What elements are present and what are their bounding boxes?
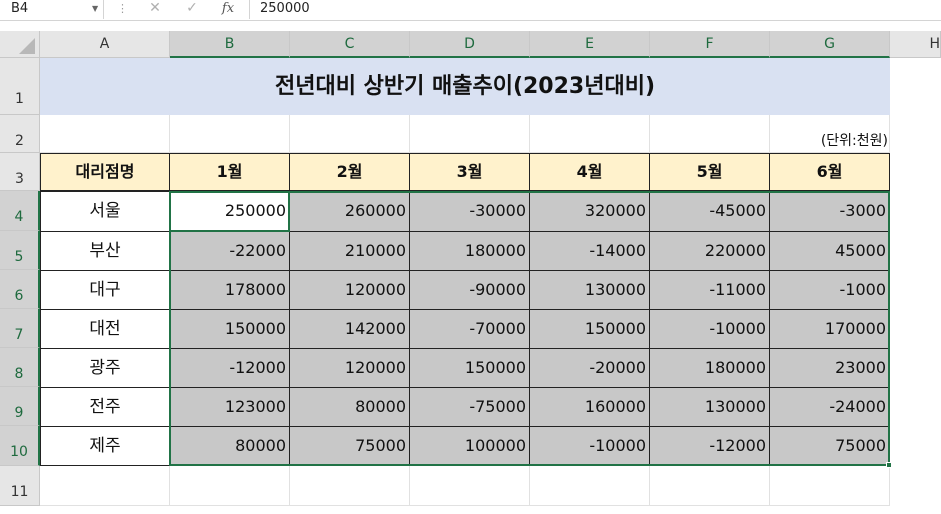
unit-note: (단위:천원) bbox=[820, 133, 888, 149]
cell-a2[interactable] bbox=[40, 115, 170, 153]
branch-name-cell[interactable]: 서울 bbox=[40, 191, 170, 232]
row-header-5[interactable]: 5 bbox=[0, 231, 40, 270]
branch-name-cell[interactable]: 전주 bbox=[40, 387, 170, 427]
cell-c2[interactable] bbox=[290, 115, 410, 153]
row-header-2[interactable]: 2 bbox=[0, 115, 40, 153]
sheet-title[interactable]: 전년대비 상반기 매출추이(2023년대비) bbox=[40, 58, 890, 115]
more-options-icon: ⋮ bbox=[117, 2, 128, 15]
cell-a11[interactable] bbox=[40, 466, 170, 506]
cell-d11[interactable] bbox=[410, 466, 530, 506]
column-header-b[interactable]: B bbox=[170, 31, 290, 58]
branch-name-cell[interactable]: 대구 bbox=[40, 270, 170, 310]
table-header-month-1[interactable]: 1월 bbox=[169, 153, 290, 191]
selection-range-border bbox=[169, 191, 890, 466]
column-header-c[interactable]: C bbox=[290, 31, 410, 58]
cell-f2[interactable] bbox=[650, 115, 770, 153]
name-box-dropdown-icon[interactable]: ▼ bbox=[92, 0, 104, 19]
column-header-e[interactable]: E bbox=[530, 31, 650, 58]
row-header-4[interactable]: 4 bbox=[0, 191, 40, 231]
table-header-month-3[interactable]: 3월 bbox=[409, 153, 530, 191]
select-all-icon bbox=[19, 38, 35, 54]
column-header-g[interactable]: G bbox=[770, 31, 890, 58]
table-header-month-6[interactable]: 6월 bbox=[769, 153, 890, 191]
active-cell-border bbox=[169, 191, 290, 232]
row-header-11[interactable]: 11 bbox=[0, 466, 40, 506]
branch-name-cell[interactable]: 제주 bbox=[40, 426, 170, 466]
cell-b11[interactable] bbox=[170, 466, 290, 506]
column-header-f[interactable]: F bbox=[650, 31, 770, 58]
branch-name-cell[interactable]: 광주 bbox=[40, 348, 170, 388]
table-header-month-4[interactable]: 4월 bbox=[529, 153, 650, 191]
formula-bar-divider bbox=[249, 0, 250, 19]
enter-icon[interactable]: ✓ bbox=[182, 0, 202, 19]
table-header-month-2[interactable]: 2월 bbox=[289, 153, 410, 191]
formula-input[interactable]: 250000 bbox=[260, 0, 310, 19]
cell-e2[interactable] bbox=[530, 115, 650, 153]
cell-b2[interactable] bbox=[170, 115, 290, 153]
table-header-month-5[interactable]: 5월 bbox=[649, 153, 770, 191]
formula-bar bbox=[0, 0, 941, 21]
cell-d2[interactable] bbox=[410, 115, 530, 153]
cell-f11[interactable] bbox=[650, 466, 770, 506]
row-header-3[interactable]: 3 bbox=[0, 153, 40, 191]
column-header-h[interactable]: H bbox=[890, 31, 941, 58]
row-header-7[interactable]: 7 bbox=[0, 309, 40, 348]
row-header-8[interactable]: 8 bbox=[0, 348, 40, 387]
cell-c11[interactable] bbox=[290, 466, 410, 506]
row-header-9[interactable]: 9 bbox=[0, 387, 40, 426]
table-header-branch[interactable]: 대리점명 bbox=[40, 153, 170, 191]
row-header-10[interactable]: 10 bbox=[0, 426, 40, 466]
column-header-d[interactable]: D bbox=[410, 31, 530, 58]
cell-e11[interactable] bbox=[530, 466, 650, 506]
branch-name-cell[interactable]: 대전 bbox=[40, 309, 170, 349]
column-header-a[interactable]: A bbox=[40, 31, 170, 58]
insert-function-icon[interactable]: fx bbox=[218, 0, 238, 19]
fill-handle[interactable] bbox=[886, 462, 892, 468]
cell-g11[interactable] bbox=[770, 466, 890, 506]
row-header-6[interactable]: 6 bbox=[0, 270, 40, 309]
cancel-icon[interactable]: ✕ bbox=[145, 0, 165, 19]
row-header-1[interactable]: 1 bbox=[0, 58, 40, 115]
branch-name-cell[interactable]: 부산 bbox=[40, 231, 170, 271]
name-box[interactable]: B4 bbox=[0, 0, 104, 19]
